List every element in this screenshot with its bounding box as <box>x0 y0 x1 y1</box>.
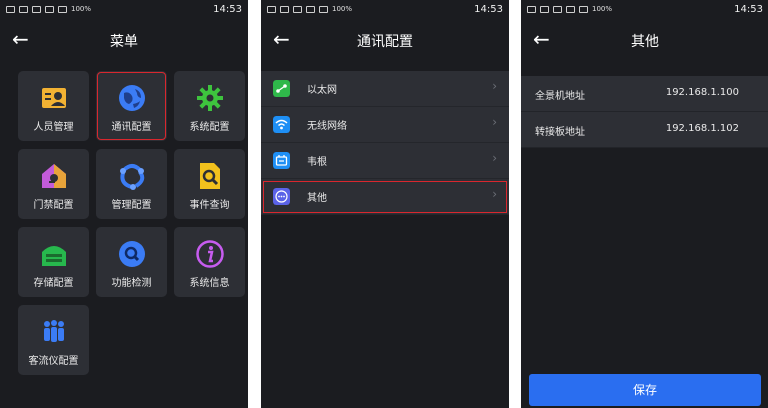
item-label: 以太网 <box>307 85 337 96</box>
gear-icon <box>196 85 223 111</box>
adapter-board-address-value[interactable]: 192.168.1.102 <box>666 123 739 134</box>
status-icons: 100% <box>6 5 91 13</box>
battery-level: 100% <box>71 5 92 13</box>
tile-function-detection[interactable]: 功能检测 <box>96 227 167 297</box>
info-icon <box>195 240 224 268</box>
status-icons: 100% <box>527 5 612 13</box>
tile-label: 事件查询 <box>189 200 230 211</box>
notification-icon <box>267 5 276 13</box>
notification-icon <box>280 5 289 13</box>
battery-icon <box>319 5 328 13</box>
ethernet-icon <box>273 80 290 97</box>
clock: 14:53 <box>474 4 503 15</box>
field-label: 转接板地址 <box>535 127 585 138</box>
page-title: 菜单 <box>110 34 138 50</box>
field-label: 全景机地址 <box>535 91 585 102</box>
page-title: 通讯配置 <box>357 34 413 50</box>
tile-label: 存储配置 <box>33 278 74 289</box>
tile-management-config[interactable]: 管理配置 <box>96 149 167 219</box>
tile-label: 通讯配置 <box>111 122 152 133</box>
adapter-board-address-row[interactable]: 转接板地址 192.168.1.102 <box>521 112 768 148</box>
list-item-wireless[interactable]: 无线网络 › <box>261 107 509 143</box>
tile-people-counter-config[interactable]: 客流仪配置 <box>18 305 89 375</box>
notification-icon <box>6 5 15 13</box>
notification-icon <box>553 5 562 13</box>
tile-access-control-config[interactable]: 门禁配置 <box>18 149 89 219</box>
item-label: 其他 <box>307 193 327 204</box>
document-search-icon <box>199 163 220 189</box>
chevron-right-icon: › <box>492 187 497 201</box>
status-bar: 100% 14:53 <box>261 0 509 22</box>
id-card-icon <box>41 88 66 108</box>
settings-list: 以太网 › 无线网络 › 韦根 › 其他 › <box>261 71 509 215</box>
more-icon <box>273 188 290 205</box>
page-title: 其他 <box>631 34 659 50</box>
tile-personnel-management[interactable]: 人员管理 <box>18 71 89 141</box>
wifi-icon <box>273 116 290 133</box>
menu-screen: 100% 14:53 ← 菜单 人员管理 通讯配置 系统配置 门禁配置 管理配置… <box>0 0 248 408</box>
tile-label: 功能检测 <box>111 278 152 289</box>
tile-system-info[interactable]: 系统信息 <box>174 227 245 297</box>
tile-label: 系统配置 <box>189 122 230 133</box>
tile-communication-config[interactable]: 通讯配置 <box>96 71 167 141</box>
chevron-right-icon: › <box>492 115 497 129</box>
storage-icon <box>41 246 66 266</box>
battery-icon <box>58 5 67 13</box>
network-icon <box>119 164 144 190</box>
notification-icon <box>19 5 28 13</box>
battery-level: 100% <box>332 5 353 13</box>
status-icons: 100% <box>267 5 352 13</box>
notification-icon <box>527 5 536 13</box>
address-list: 全景机地址 192.168.1.100 转接板地址 192.168.1.102 <box>521 76 768 148</box>
battery-level: 100% <box>592 5 613 13</box>
clock: 14:53 <box>213 4 242 15</box>
wiegand-icon <box>273 152 290 169</box>
communication-config-screen: 100% 14:53 ← 通讯配置 以太网 › 无线网络 › 韦根 › 其他 › <box>261 0 509 408</box>
house-key-icon <box>41 164 66 188</box>
tile-event-query[interactable]: 事件查询 <box>174 149 245 219</box>
scan-detect-icon <box>118 241 145 267</box>
list-item-ethernet[interactable]: 以太网 › <box>261 71 509 107</box>
notification-icon <box>306 5 315 13</box>
tile-label: 门禁配置 <box>33 200 74 211</box>
chevron-right-icon: › <box>492 79 497 93</box>
nav-bar: ← 其他 <box>521 22 768 60</box>
notification-icon <box>45 5 54 13</box>
nav-bar: ← 通讯配置 <box>261 22 509 60</box>
nav-bar: ← 菜单 <box>0 22 248 60</box>
status-bar: 100% 14:53 <box>0 0 248 22</box>
list-item-wiegand[interactable]: 韦根 › <box>261 143 509 179</box>
notification-icon <box>32 5 41 13</box>
notification-icon <box>540 5 549 13</box>
globe-icon <box>118 85 145 111</box>
tile-storage-config[interactable]: 存储配置 <box>18 227 89 297</box>
item-label: 无线网络 <box>307 121 347 132</box>
battery-icon <box>579 5 588 13</box>
other-settings-screen: 100% 14:53 ← 其他 全景机地址 192.168.1.100 转接板地… <box>521 0 768 408</box>
chevron-right-icon: › <box>492 151 497 165</box>
notification-icon <box>566 5 575 13</box>
item-label: 韦根 <box>307 157 327 168</box>
tile-label: 系统信息 <box>189 278 230 289</box>
panorama-address-row[interactable]: 全景机地址 192.168.1.100 <box>521 76 768 112</box>
panorama-address-value[interactable]: 192.168.1.100 <box>666 87 739 98</box>
clock: 14:53 <box>734 4 763 15</box>
notification-icon <box>293 5 302 13</box>
tile-label: 人员管理 <box>33 122 74 133</box>
tile-label: 客流仪配置 <box>28 356 79 367</box>
status-bar: 100% 14:53 <box>521 0 768 22</box>
people-group-icon <box>43 320 64 342</box>
list-item-other[interactable]: 其他 › <box>261 179 509 215</box>
tile-system-config[interactable]: 系统配置 <box>174 71 245 141</box>
tile-label: 管理配置 <box>111 200 152 211</box>
save-button[interactable]: 保存 <box>529 374 761 406</box>
